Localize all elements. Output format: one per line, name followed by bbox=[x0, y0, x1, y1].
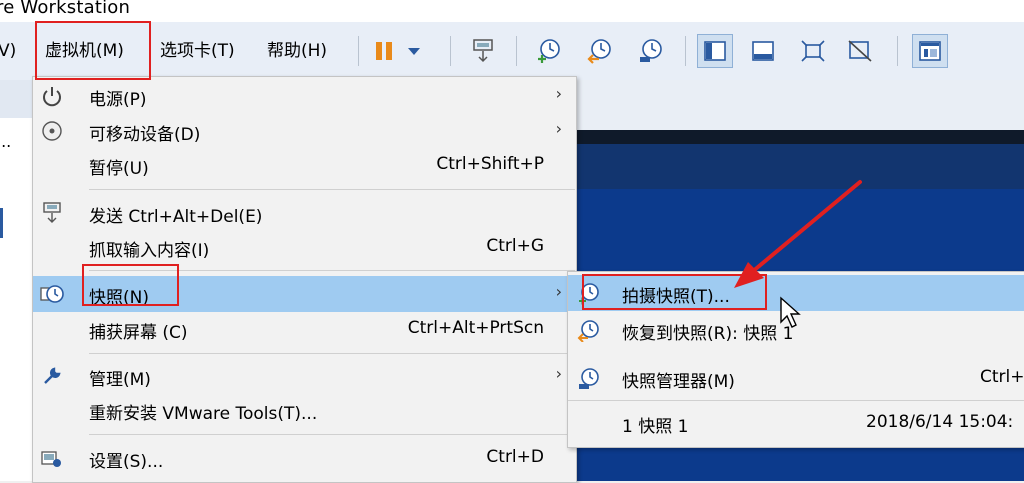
power-icon bbox=[37, 82, 67, 110]
submenu-arrow-icon: › bbox=[555, 84, 562, 103]
submenu-arrow-icon: › bbox=[555, 282, 562, 301]
send-keys-icon bbox=[37, 199, 67, 227]
menu-item-snapshot[interactable]: 快照(N) › bbox=[33, 276, 576, 312]
menu-tabs[interactable]: 选项卡(T) bbox=[160, 37, 235, 65]
menu-item-label: 发送 Ctrl+Alt+Del(E) bbox=[89, 207, 263, 227]
settings-icon bbox=[37, 444, 67, 472]
menu-item-shortcut: Ctrl+D bbox=[486, 447, 544, 467]
menu-item-settings[interactable]: 设置(S)... Ctrl+D bbox=[33, 441, 576, 475]
menu-item-label: 捕获屏幕 (C) bbox=[89, 323, 188, 343]
window-title: re Workstation bbox=[0, 0, 131, 18]
unity-icon[interactable] bbox=[842, 34, 878, 68]
menu-view[interactable]: V) bbox=[0, 37, 16, 65]
menu-item-label: 快照(N) bbox=[89, 288, 149, 308]
vm-screen-top-bar bbox=[574, 130, 1024, 144]
title-bar: re Workstation bbox=[0, 0, 1024, 22]
wrench-icon bbox=[37, 362, 67, 390]
menu-item-send-ctrl-alt-del[interactable]: 发送 Ctrl+Alt+Del(E) bbox=[33, 196, 576, 230]
take-snapshot-icon[interactable] bbox=[530, 34, 566, 68]
submenu-arrow-icon: › bbox=[555, 364, 562, 383]
snapshot-timestamp: 2018/6/14 15:04: bbox=[866, 412, 1014, 432]
annotation-arrow bbox=[734, 180, 862, 288]
toolbar-separator bbox=[897, 36, 898, 66]
library-icon[interactable] bbox=[912, 34, 948, 68]
menu-item-label: 电源(P) bbox=[89, 90, 147, 110]
snapshot-manager-icon bbox=[574, 364, 604, 392]
pause-icon[interactable] bbox=[366, 34, 402, 68]
revert-snapshot-icon[interactable] bbox=[581, 34, 617, 68]
snapshot-icon bbox=[37, 279, 67, 307]
submenu-item-label: 快照管理器(M) bbox=[622, 372, 735, 392]
menu-separator bbox=[89, 270, 575, 271]
submenu-item-snapshot-1[interactable]: 1 快照 1 2018/6/14 15:04: bbox=[568, 405, 1024, 441]
menu-item-label: 暂停(U) bbox=[89, 159, 149, 179]
console-view-icon[interactable] bbox=[697, 34, 733, 68]
menu-separator bbox=[89, 189, 575, 190]
submenu-item-shortcut: Ctrl+ bbox=[980, 367, 1024, 387]
menu-item-shortcut: Ctrl+Alt+PrtScn bbox=[407, 318, 544, 338]
menu-item-label: 可移动设备(D) bbox=[89, 125, 201, 145]
submenu-arrow-icon: › bbox=[555, 119, 562, 138]
submenu-item-snapshot-manager[interactable]: 快照管理器(M) Ctrl+ bbox=[568, 360, 1024, 396]
menu-separator bbox=[89, 434, 575, 435]
dropdown-icon[interactable] bbox=[402, 34, 426, 68]
menu-bar: V) 虚拟机(M) 选项卡(T) 帮助(H) bbox=[0, 22, 1024, 81]
menu-item-label: 抓取输入内容(I) bbox=[89, 241, 210, 261]
menu-item-removable-devices[interactable]: 可移动设备(D) › bbox=[33, 114, 576, 148]
menu-item-label: 重新安装 VMware Tools(T)... bbox=[89, 404, 318, 424]
submenu-item-label: 1 快照 1 bbox=[622, 417, 689, 437]
fullscreen-icon[interactable] bbox=[795, 34, 831, 68]
menu-item-pause[interactable]: 暂停(U) Ctrl+Shift+P bbox=[33, 148, 576, 182]
menu-item-reinstall-tools[interactable]: 重新安装 VMware Tools(T)... bbox=[33, 393, 576, 427]
snapshot-manager-icon[interactable] bbox=[632, 34, 668, 68]
menu-help[interactable]: 帮助(H) bbox=[267, 37, 327, 65]
menu-item-label: 设置(S)... bbox=[89, 452, 164, 472]
menu-item-manage[interactable]: 管理(M) › bbox=[33, 359, 576, 393]
mouse-cursor-icon bbox=[780, 296, 801, 328]
send-ctrl-alt-del-icon[interactable] bbox=[465, 34, 501, 68]
take-snapshot-icon bbox=[574, 279, 604, 307]
menu-item-capture-screen[interactable]: 捕获屏幕 (C) Ctrl+Alt+PrtScn bbox=[33, 312, 576, 346]
menu-item-grab-input[interactable]: 抓取输入内容(I) Ctrl+G bbox=[33, 230, 576, 264]
toolbar-separator bbox=[358, 36, 359, 66]
menu-vm[interactable]: 虚拟机(M) bbox=[45, 37, 124, 65]
menu-item-label: 管理(M) bbox=[89, 370, 151, 390]
menu-item-shortcut: Ctrl+Shift+P bbox=[436, 154, 544, 174]
vm-menu: 电源(P) › 可移动设备(D) › 暂停(U) Ctrl+Shift+P 发送… bbox=[32, 76, 577, 483]
library-tree-marker bbox=[0, 208, 3, 238]
thumbnail-view-icon[interactable] bbox=[745, 34, 781, 68]
toolbar-separator bbox=[685, 36, 686, 66]
toolbar-separator bbox=[516, 36, 517, 66]
library-search-text: ... bbox=[0, 132, 12, 151]
menu-item-shortcut: Ctrl+G bbox=[486, 236, 544, 256]
toolbar-separator bbox=[450, 36, 451, 66]
menu-separator bbox=[89, 353, 575, 354]
submenu-item-label: 恢复到快照(R): 快照 1 bbox=[622, 324, 794, 344]
cd-icon bbox=[37, 117, 67, 145]
menu-separator bbox=[568, 400, 1024, 401]
revert-snapshot-icon bbox=[574, 316, 604, 344]
menu-item-power[interactable]: 电源(P) › bbox=[33, 79, 576, 113]
